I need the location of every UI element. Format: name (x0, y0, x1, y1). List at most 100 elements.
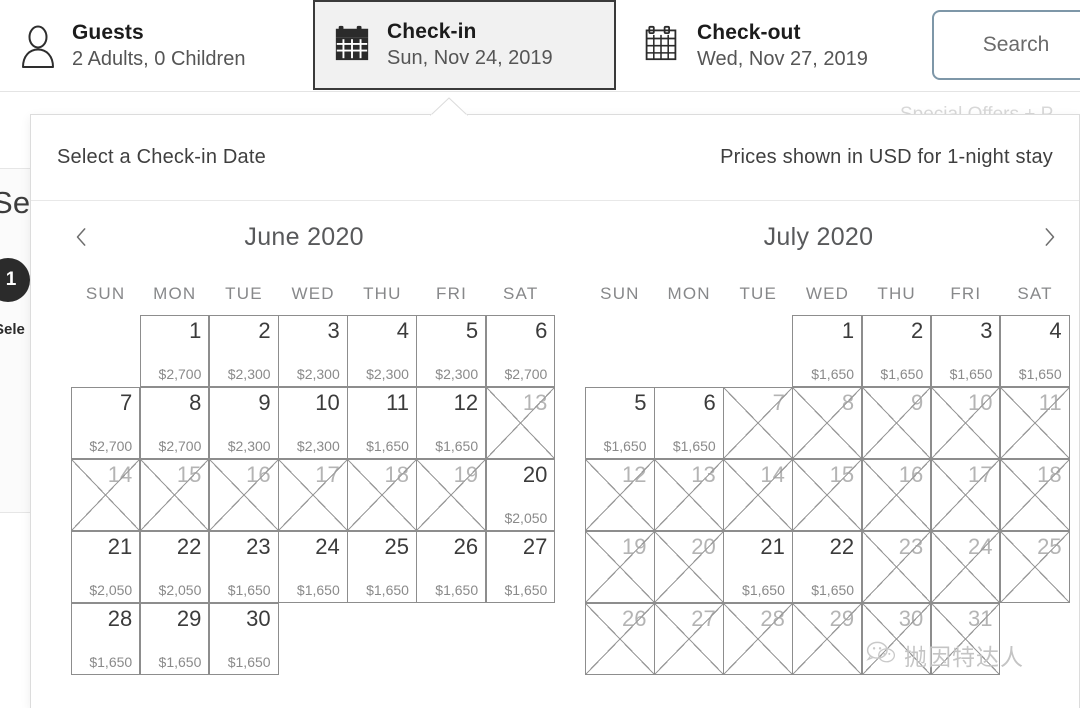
day-price: $1,650 (949, 366, 993, 382)
day-number: 30 (898, 605, 924, 631)
day-cell[interactable]: 9 $2,300 (208, 386, 279, 459)
day-cell[interactable]: 5 $1,650 (584, 386, 655, 459)
day-number: 18 (1037, 461, 1062, 487)
day-cell[interactable]: 3 $1,650 (930, 314, 1001, 387)
search-button[interactable]: Search (932, 10, 1080, 80)
day-number: 10 (315, 389, 340, 415)
day-cell-unavailable: 30 (861, 602, 932, 675)
weekday-wed: WED (805, 284, 850, 303)
day-cell-unavailable: 25 (999, 530, 1070, 603)
day-price: $2,700 (158, 438, 202, 454)
day-price: $2,700 (504, 366, 548, 382)
day-cell[interactable]: 22 $2,050 (139, 530, 210, 603)
day-cell[interactable]: 21 $2,050 (70, 530, 141, 603)
day-cell[interactable]: 1 $1,650 (792, 314, 863, 387)
checkin-field[interactable]: Check-in Sun, Nov 24, 2019 (313, 0, 616, 90)
day-number: 6 (535, 317, 548, 343)
day-price: $2,300 (227, 438, 271, 454)
day-number: 29 (176, 605, 202, 631)
day-number: 14 (760, 461, 785, 487)
day-cell[interactable]: 21 $1,650 (723, 530, 793, 603)
checkout-value: Wed, Nov 27, 2019 (697, 48, 868, 71)
weekday-mon: MON (667, 284, 711, 303)
day-cell[interactable]: 2 $2,300 (208, 314, 279, 387)
day-number: 4 (396, 317, 409, 343)
day-cell-unavailable: 17 (278, 458, 348, 531)
day-price: $2,300 (227, 366, 271, 382)
day-number: 8 (189, 389, 202, 415)
day-cell[interactable]: 6 $1,650 (654, 386, 724, 459)
day-cell[interactable]: 27 $1,650 (485, 530, 556, 603)
day-number: 31 (967, 605, 993, 631)
day-cell[interactable]: 20 $2,050 (485, 458, 556, 531)
day-price: $2,300 (366, 366, 409, 382)
day-cell-unavailable: 16 (208, 458, 279, 531)
day-price: $2,050 (504, 510, 548, 526)
day-cell-unavailable: 10 (930, 386, 1001, 459)
day-cell-empty (723, 315, 793, 388)
day-number: 23 (246, 533, 271, 559)
day-cell-unavailable: 11 (999, 386, 1070, 459)
day-cell[interactable]: 12 $1,650 (416, 386, 487, 459)
day-cell[interactable]: 1 $2,700 (139, 314, 210, 387)
day-cell[interactable]: 26 $1,650 (416, 530, 487, 603)
day-number: 1 (841, 317, 855, 343)
day-cell[interactable]: 22 $1,650 (792, 530, 863, 603)
day-number: 17 (315, 461, 340, 487)
next-month-icon[interactable] (1034, 222, 1064, 252)
day-number: 9 (258, 389, 271, 415)
day-number: 20 (691, 533, 716, 559)
day-number: 3 (980, 317, 993, 343)
day-number: 26 (622, 605, 647, 631)
day-cell-unavailable: 13 (485, 386, 556, 459)
day-cell[interactable]: 25 $1,650 (347, 530, 417, 603)
day-cell[interactable]: 8 $2,700 (139, 386, 210, 459)
weekday-tue: TUE (739, 284, 778, 303)
day-cell-unavailable: 7 (723, 386, 793, 459)
day-number: 11 (1038, 389, 1062, 415)
day-cell[interactable]: 30 $1,650 (208, 602, 279, 675)
weekday-wed: WED (291, 284, 335, 303)
day-cell[interactable]: 7 $2,700 (70, 386, 141, 459)
day-number: 19 (622, 533, 647, 559)
day-cell[interactable]: 2 $1,650 (861, 314, 932, 387)
day-cell-unavailable: 19 (584, 530, 655, 603)
weekday-mon: MON (153, 284, 197, 303)
day-cell[interactable]: 23 $1,650 (208, 530, 279, 603)
day-cell[interactable]: 11 $1,650 (347, 386, 417, 459)
background-partial-step-label: Sele (0, 321, 25, 338)
month-june: June 2020 SUN MON TUE WED THU FRI SAT 1 $… (53, 201, 556, 675)
day-cell-unavailable: 13 (654, 458, 724, 531)
calendar-filled-icon (333, 22, 373, 68)
day-price: $1,650 (504, 582, 548, 598)
day-price: $2,050 (158, 582, 202, 598)
day-cell[interactable]: 29 $1,650 (139, 602, 210, 675)
month-july: July 2020 SUN MON TUE WED THU FRI SAT 1 … (567, 201, 1070, 675)
day-number: 15 (176, 461, 202, 487)
calendar-outline-icon (643, 23, 683, 69)
day-cell[interactable]: 4 $1,650 (999, 314, 1070, 387)
guests-field[interactable]: Guests 2 Adults, 0 Children (0, 0, 300, 92)
day-number: 25 (1037, 533, 1062, 559)
day-cell[interactable]: 6 $2,700 (485, 314, 556, 387)
day-number: 8 (841, 389, 855, 415)
day-price: $1,650 (603, 438, 647, 454)
day-cell[interactable]: 5 $2,300 (416, 314, 487, 387)
day-cell[interactable]: 3 $2,300 (278, 314, 348, 387)
day-number: 3 (327, 317, 340, 343)
day-cell-unavailable: 16 (861, 458, 932, 531)
day-cell-unavailable: 31 (930, 602, 1001, 675)
panel-price-note: Prices shown in USD for 1-night stay (720, 146, 1053, 168)
prev-month-icon[interactable] (67, 222, 97, 252)
day-cell[interactable]: 28 $1,650 (70, 602, 141, 675)
day-price: $1,650 (158, 654, 202, 670)
day-cell[interactable]: 24 $1,650 (278, 530, 348, 603)
day-cell-unavailable: 24 (930, 530, 1001, 603)
weekday-sun: SUN (600, 284, 640, 303)
day-cell[interactable]: 10 $2,300 (278, 386, 348, 459)
checkout-field[interactable]: Check-out Wed, Nov 27, 2019 (625, 0, 915, 92)
day-cell[interactable]: 4 $2,300 (347, 314, 417, 387)
guests-value: 2 Adults, 0 Children (72, 48, 246, 71)
day-number: 21 (107, 533, 133, 559)
weekday-thu: THU (877, 284, 916, 303)
